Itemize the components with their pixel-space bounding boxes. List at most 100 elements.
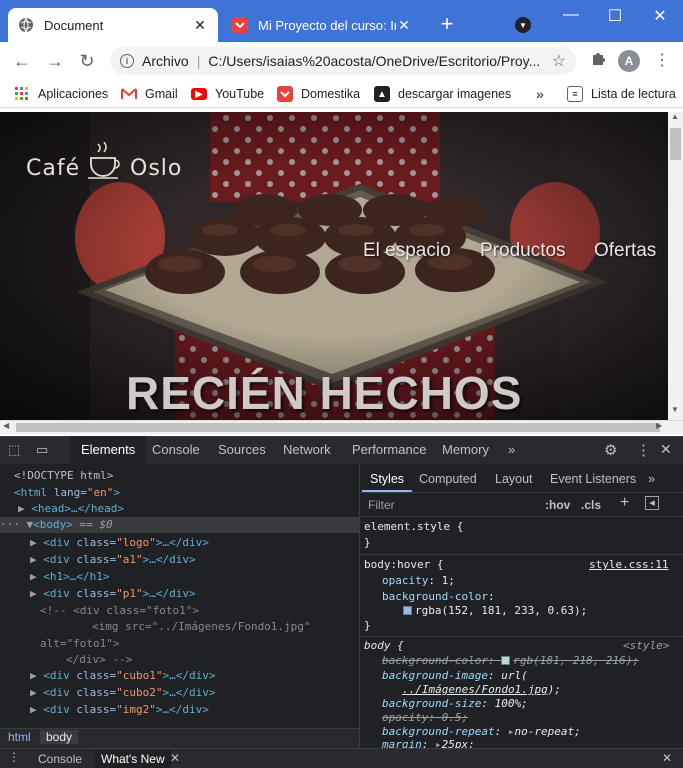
star-icon[interactable]: ☆ [552,51,566,71]
rule-source-link[interactable]: style.css:11 [589,557,668,573]
tab-memory[interactable]: Memory [431,436,500,464]
css-property[interactable]: opacity: 1; [382,573,455,589]
more-panes-icon[interactable]: » [640,466,663,492]
expand-triangle-icon[interactable]: ▶ [30,536,43,549]
nav-productos[interactable]: Productos [480,240,566,262]
extensions-puzzle-icon[interactable] [587,50,609,72]
css-property[interactable]: margin: ▸25px; [382,737,475,748]
forward-icon[interactable]: → [44,50,66,72]
dom-div-p1[interactable]: ▶ <div class="p1">…</div> [30,586,196,602]
settings-gear-icon[interactable]: ⚙ [604,441,617,459]
nav-el-espacio[interactable]: El espacio [363,240,451,262]
dom-div-logo[interactable]: ▶ <div class="logo">…</div> [30,535,209,551]
styles-filter-input[interactable]: Filter [364,495,534,515]
dom-comment-line[interactable]: <!-- <div class="foto1"> [40,603,199,619]
reading-list[interactable]: ≡ Lista de lectura [567,84,676,104]
tab-styles[interactable]: Styles [362,466,413,492]
scroll-down-icon[interactable]: ▼ [671,405,679,414]
tab-computed[interactable]: Computed [411,466,485,492]
scroll-right-icon[interactable]: ▶ [656,421,662,430]
dom-div-a1[interactable]: ▶ <div class="a1">…</div> [30,552,196,568]
expand-triangle-icon[interactable]: ▶ [30,703,43,716]
tab-network[interactable]: Network [272,436,342,464]
color-swatch[interactable] [403,606,412,615]
url-text[interactable]: C:/Users/isaias%20acosta/OneDrive/Escrit… [208,53,551,69]
more-bookmarks-icon[interactable]: » [536,84,544,104]
scheme-label: Archivo [142,53,189,69]
tab-elements[interactable]: Elements [70,436,147,464]
maximize-icon[interactable]: ☐ [600,6,630,26]
bookmark-domestika[interactable]: Domestika [277,84,360,104]
inspect-element-icon[interactable]: ⬚ [8,442,20,458]
element-style-selector[interactable]: element.style { [364,519,463,535]
close-drawer-tab-icon[interactable]: ✕ [170,751,180,765]
bookmark-youtube[interactable]: ▶ YouTube [191,84,264,104]
close-tab-icon[interactable]: ✕ [396,17,412,34]
css-property-value[interactable]: rgba(152, 181, 233, 0.63); [403,603,587,619]
expand-triangle-icon[interactable]: ▶ [30,570,43,583]
prop-name: opacity [382,711,429,724]
hover-state-toggle[interactable]: :hov [545,498,570,512]
close-tab-icon[interactable]: ✕ [192,17,208,34]
more-tabs-icon[interactable]: » [497,436,526,464]
class-toggle[interactable]: .cls [581,498,601,512]
device-toolbar-icon[interactable]: ▭ [36,442,48,458]
close-drawer-icon[interactable]: ✕ [662,751,672,765]
dom-doctype[interactable]: <!DOCTYPE html> [14,468,113,484]
dom-head[interactable]: ▶ <head>…</head> [18,501,124,517]
tab-console[interactable]: Console [141,436,211,464]
info-icon[interactable]: i [120,54,134,68]
expand-triangle-icon[interactable]: ▶ [30,587,43,600]
tab-proyecto[interactable]: Mi Proyecto del curso: Intro ✕ [222,8,422,42]
breadcrumb-html[interactable]: html [2,730,37,744]
url-link[interactable]: ../Imágenes/Fondo1.jpg [402,683,548,696]
expand-triangle-icon[interactable]: ▶ [30,686,43,699]
back-icon[interactable]: ← [11,50,33,72]
drawer-tab-console[interactable]: Console [32,750,88,768]
dom-html[interactable]: <html lang="en"> [14,485,120,501]
bookmark-label: descargar imagenes [398,87,512,101]
close-devtools-icon[interactable]: ✕ [660,441,672,458]
bookmark-gmail[interactable]: Gmail [121,84,178,104]
css-property-overridden[interactable]: background-color: rgb(181, 218, 216); [382,653,639,669]
tab-search-icon[interactable]: ▼ [515,17,531,33]
reload-icon[interactable]: ↻ [76,50,98,72]
bookmark-descargar-imagenes[interactable]: ▲ descargar imagenes [374,84,511,104]
scroll-up-icon[interactable]: ▲ [671,112,679,121]
expand-triangle-icon[interactable]: ▶ [18,502,31,515]
new-tab-icon[interactable]: + [434,13,460,35]
dom-div-cubo1[interactable]: ▶ <div class="cubo1">…</div> [30,668,215,684]
tab-title: Document [44,17,104,33]
new-style-rule-icon[interactable]: + [620,494,629,512]
tab-sources[interactable]: Sources [207,436,277,464]
dom-div-cubo2[interactable]: ▶ <div class="cubo2">…</div> [30,685,215,701]
expand-triangle-icon[interactable]: ▶ [30,669,43,682]
tab-event-listeners[interactable]: Event Listeners [542,466,644,492]
drawer-menu-icon[interactable]: ⋮ [8,750,20,764]
address-bar[interactable]: i Archivo | C:/Users/isaias%20acosta/One… [110,47,576,75]
dom-comment-line: <img src="../Imágenes/Fondo1.jpg" [92,620,311,633]
dom-div-img2[interactable]: ▶ <div class="img2">…</div> [30,702,209,718]
nav-ofertas[interactable]: Ofertas [594,240,656,262]
scroll-left-icon[interactable]: ◀ [3,421,9,430]
profile-avatar[interactable]: A [618,50,640,72]
drawer-tab-whats-new[interactable]: What's New [95,750,171,768]
color-swatch[interactable] [501,656,511,665]
minimize-icon[interactable]: — [556,6,586,24]
rule-selector[interactable]: body { [364,638,404,654]
dom-body-selected[interactable]: ··· ▼<body> == $0 [0,517,359,533]
tab-performance[interactable]: Performance [341,436,437,464]
breadcrumb-body[interactable]: body [40,730,79,744]
vertical-scroll-thumb[interactable] [670,128,681,160]
tab-layout[interactable]: Layout [487,466,541,492]
dom-h1[interactable]: ▶ <h1>…</h1> [30,569,109,585]
close-window-icon[interactable]: ✕ [645,6,675,26]
expand-triangle-icon[interactable]: ▶ [30,553,43,566]
rule-selector[interactable]: body:hover { [364,557,443,573]
menu-kebab-icon[interactable]: ⋮ [651,50,673,72]
horizontal-scroll-thumb[interactable] [16,423,660,432]
devtools-menu-icon[interactable]: ⋮ [636,441,651,459]
tab-document[interactable]: Document ✕ [8,8,218,42]
toggle-sidebar-icon[interactable]: ◂ [645,496,659,510]
bookmark-aplicaciones[interactable]: Aplicaciones [14,84,108,104]
